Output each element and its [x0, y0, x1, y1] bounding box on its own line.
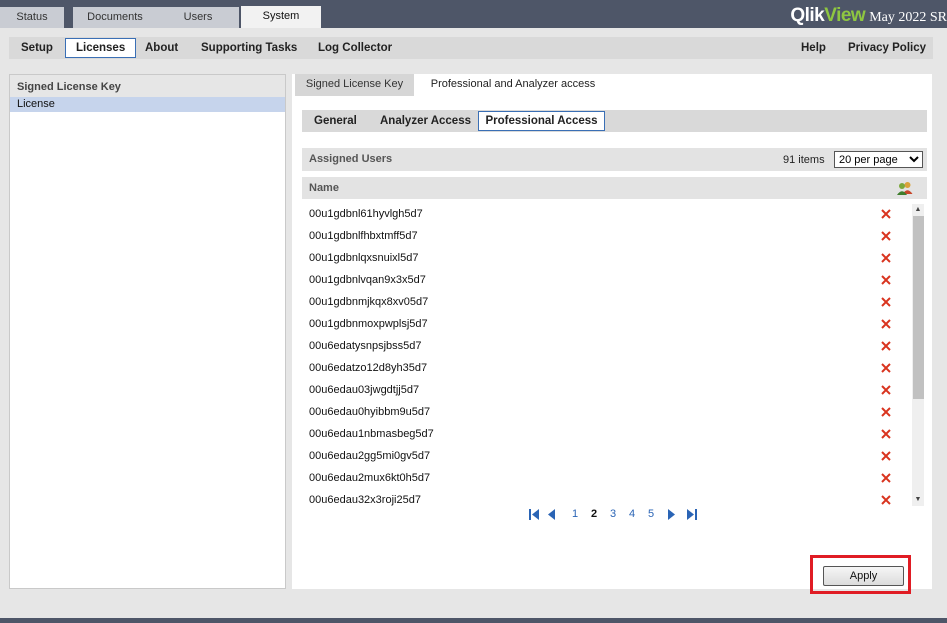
page-5-link[interactable]: 5 — [648, 508, 654, 520]
license-detail-panel: Signed License Key Professional and Anal… — [292, 74, 932, 594]
delete-icon[interactable] — [880, 274, 892, 286]
last-page-icon[interactable] — [686, 509, 698, 523]
subnav-help[interactable]: Help — [801, 37, 826, 59]
list-item: 00u1gdbnmjkqx8xv05d7 — [302, 292, 902, 314]
user-name: 00u6edau03jwgdtjj5d7 — [309, 384, 420, 396]
user-name: 00u1gdbnmjkqx8xv05d7 — [309, 296, 429, 308]
license-tree-panel: Signed License Key License — [9, 74, 286, 589]
list-item: 00u6edatzo12d8yh35d7 — [302, 358, 902, 380]
delete-icon[interactable] — [880, 208, 892, 220]
brand: QlikView May 2022 SR — [790, 5, 947, 25]
tab-signed-license-key[interactable]: Signed License Key — [295, 74, 414, 96]
user-name: 00u1gdbnlqxsnuixl5d7 — [309, 252, 419, 264]
user-name: 00u6edatysnpsjbss5d7 — [309, 340, 422, 352]
delete-icon[interactable] — [880, 318, 892, 330]
tree-item-license[interactable]: License — [10, 97, 285, 112]
subnav-privacy-policy[interactable]: Privacy Policy — [848, 37, 926, 59]
list-item: 00u1gdbnlqxsnuixl5d7 — [302, 248, 902, 270]
next-page-icon[interactable] — [667, 509, 675, 523]
assigned-users-bar: Assigned Users 91 items 20 per page — [302, 148, 927, 171]
panel-header: Signed License Key — [10, 75, 285, 97]
per-page-select[interactable]: 20 per page — [834, 151, 923, 168]
user-name: 00u1gdbnlvqan9x3x5d7 — [309, 274, 426, 286]
subnav-about[interactable]: About — [145, 37, 178, 59]
page-2-current: 2 — [591, 508, 598, 520]
bottom-bar — [0, 618, 947, 623]
list-item: 00u6edau03jwgdtjj5d7 — [302, 380, 902, 402]
tab-professional-access[interactable]: Professional Access — [478, 111, 605, 131]
item-count: 91 items — [783, 154, 825, 166]
delete-icon[interactable] — [880, 472, 892, 484]
delete-icon[interactable] — [880, 296, 892, 308]
scroll-down-arrow-icon[interactable]: ▼ — [912, 494, 924, 506]
list-item: 00u6edau0hyibbm9u5d7 — [302, 402, 902, 424]
list-header: Name — [302, 177, 927, 199]
list-scrollbar[interactable]: ▲ ▼ — [912, 204, 924, 506]
scroll-up-arrow-icon[interactable]: ▲ — [912, 204, 924, 216]
scrollbar-thumb[interactable] — [913, 216, 924, 399]
tab-general[interactable]: General — [314, 110, 357, 132]
delete-icon[interactable] — [880, 494, 892, 506]
subnav-setup[interactable]: Setup — [21, 37, 53, 59]
tab-professional-analyzer-access[interactable]: Professional and Analyzer access — [416, 74, 610, 96]
name-column-header: Name — [309, 182, 339, 194]
tab-users[interactable]: Users — [157, 7, 239, 28]
top-bar: Status Documents Users System QlikView Ma… — [0, 0, 947, 28]
list-item: 00u6edau2gg5mi0gv5d7 — [302, 446, 902, 468]
assigned-users-title: Assigned Users — [309, 153, 393, 165]
user-name: 00u6edau0hyibbm9u5d7 — [309, 406, 431, 418]
delete-icon[interactable] — [880, 384, 892, 396]
apply-highlight-box: Apply — [810, 555, 911, 594]
page-4-link[interactable]: 4 — [629, 508, 635, 520]
sub-navigation: Setup Licenses About Supporting Tasks Lo… — [9, 37, 933, 59]
tab-documents[interactable]: Documents — [73, 7, 157, 28]
previous-page-icon[interactable] — [548, 509, 556, 523]
first-page-icon[interactable] — [528, 509, 540, 523]
user-name: 00u6edau2gg5mi0gv5d7 — [309, 450, 431, 462]
delete-icon[interactable] — [880, 406, 892, 418]
user-name: 00u1gdbnmoxpwplsj5d7 — [309, 318, 428, 330]
page-1-link[interactable]: 1 — [572, 508, 578, 520]
list-item: 00u1gdbnmoxpwplsj5d7 — [302, 314, 902, 336]
tab-system[interactable]: System — [241, 6, 321, 28]
qlikview-logo: QlikView — [790, 5, 866, 25]
apply-button[interactable]: Apply — [823, 566, 904, 586]
subnav-supporting-tasks[interactable]: Supporting Tasks — [201, 37, 297, 59]
list-item: 00u1gdbnlvqan9x3x5d7 — [302, 270, 902, 292]
user-name: 00u1gdbnlfhbxtmff5d7 — [309, 230, 418, 242]
delete-icon[interactable] — [880, 428, 892, 440]
subnav-log-collector[interactable]: Log Collector — [318, 37, 392, 59]
user-name: 00u6edau2mux6kt0h5d7 — [309, 472, 431, 484]
page-3-link[interactable]: 3 — [610, 508, 616, 520]
pagination: 1 2 3 4 5 — [528, 506, 728, 522]
list-item: 00u6edau2mux6kt0h5d7 — [302, 468, 902, 490]
add-users-icon[interactable] — [896, 181, 914, 195]
delete-icon[interactable] — [880, 362, 892, 374]
tab-analyzer-access[interactable]: Analyzer Access — [380, 110, 471, 132]
user-name: 00u6edau1nbmasbeg5d7 — [309, 428, 434, 440]
list-item: 00u6edatysnpsjbss5d7 — [302, 336, 902, 358]
user-name: 00u6edau32x3roji25d7 — [309, 494, 421, 506]
delete-icon[interactable] — [880, 450, 892, 462]
user-name: 00u1gdbnl61hyvlgh5d7 — [309, 208, 423, 220]
delete-icon[interactable] — [880, 340, 892, 352]
list-item: 00u6edau1nbmasbeg5d7 — [302, 424, 902, 446]
access-tabs: General Analyzer Access Professional Acc… — [302, 110, 927, 132]
list-item: 00u1gdbnlfhbxtmff5d7 — [302, 226, 902, 248]
tab-status[interactable]: Status — [0, 7, 64, 28]
user-name: 00u6edatzo12d8yh35d7 — [309, 362, 428, 374]
assigned-users-list: 00u1gdbnl61hyvlgh5d7 00u1gdbnlfhbxtmff5d… — [302, 204, 927, 506]
delete-icon[interactable] — [880, 252, 892, 264]
delete-icon[interactable] — [880, 230, 892, 242]
subnav-licenses[interactable]: Licenses — [65, 38, 137, 58]
list-item: 00u1gdbnl61hyvlgh5d7 — [302, 204, 902, 226]
version-label: May 2022 SR — [869, 10, 947, 25]
